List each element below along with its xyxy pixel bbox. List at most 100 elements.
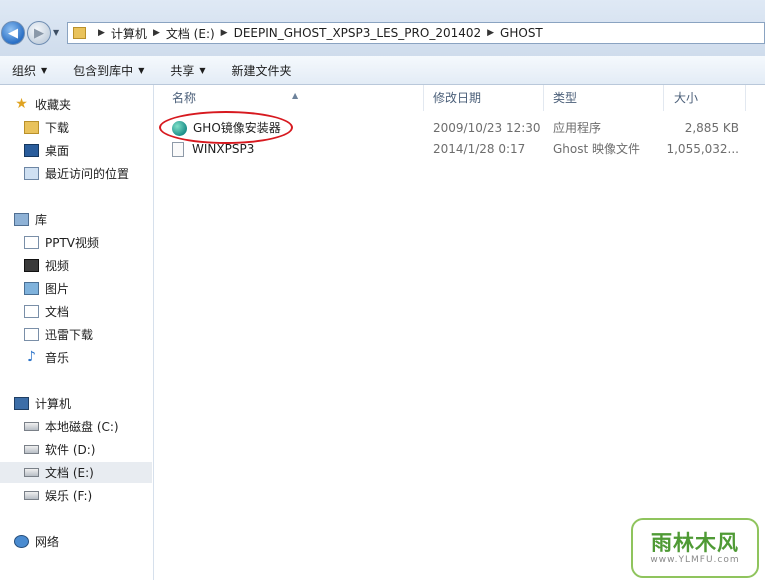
chevron-right-icon[interactable]: ▶ bbox=[98, 28, 105, 38]
column-header-row: ▲ 名称 修改日期 类型 大小 bbox=[154, 85, 765, 111]
breadcrumb-computer[interactable]: 计算机 bbox=[111, 25, 147, 42]
nav-item-desktop[interactable]: 桌面 bbox=[24, 140, 69, 161]
library-folder-icon bbox=[24, 236, 39, 249]
document-icon bbox=[24, 305, 39, 318]
nav-item-label: 本地磁盘 (C:) bbox=[45, 420, 119, 434]
column-header-name[interactable]: ▲ 名称 bbox=[154, 85, 424, 111]
file-type: Ghost 映像文件 bbox=[553, 142, 641, 156]
nav-item-label: 最近访问的位置 bbox=[45, 167, 130, 181]
column-header-label: 大小 bbox=[674, 91, 699, 105]
nav-libraries[interactable]: 库 bbox=[14, 209, 47, 230]
chevron-right-icon[interactable]: ▶ bbox=[487, 28, 494, 38]
computer-icon bbox=[14, 397, 29, 410]
nav-item-drive-c[interactable]: 本地磁盘 (C:) bbox=[24, 416, 119, 437]
include-in-library-menu[interactable]: 包含到库中 ▼ bbox=[73, 62, 144, 79]
nav-item-label: 文档 bbox=[45, 305, 70, 319]
file-type: 应用程序 bbox=[553, 121, 602, 135]
recent-places-icon bbox=[24, 167, 39, 180]
network-icon bbox=[14, 535, 29, 548]
column-header-date[interactable]: 修改日期 bbox=[424, 85, 544, 111]
nav-item-label: 下载 bbox=[45, 121, 70, 135]
chevron-down-icon: ▼ bbox=[138, 65, 145, 75]
ghost-image-file-icon bbox=[172, 142, 184, 157]
nav-item-drive-e[interactable]: 文档 (E:) bbox=[0, 462, 152, 483]
arrow-right-icon: ▶ bbox=[34, 25, 44, 41]
share-label: 共享 bbox=[170, 63, 195, 78]
nav-item-label: 音乐 bbox=[45, 351, 70, 365]
new-folder-button[interactable]: 新建文件夹 bbox=[232, 62, 292, 79]
drive-icon bbox=[24, 491, 39, 500]
file-size: 2,885 KB bbox=[684, 121, 739, 135]
column-header-label: 名称 bbox=[172, 91, 197, 105]
column-header-label: 修改日期 bbox=[433, 91, 482, 105]
nav-item-pptv[interactable]: PPTV视频 bbox=[24, 232, 99, 253]
highlight-ring-annotation bbox=[159, 111, 293, 144]
breadcrumb-deepin-folder[interactable]: DEEPIN_GHOST_XPSP3_LES_PRO_201402 bbox=[234, 26, 482, 40]
nav-favorites-label: 收藏夹 bbox=[35, 98, 72, 112]
chevron-right-icon[interactable]: ▶ bbox=[153, 28, 160, 38]
download-folder-icon bbox=[24, 121, 39, 134]
system-drive-icon bbox=[24, 422, 39, 431]
nav-item-label: 文档 (E:) bbox=[45, 466, 94, 480]
chevron-down-icon: ▼ bbox=[41, 65, 48, 75]
nav-item-label: 迅雷下载 bbox=[45, 328, 94, 342]
watermark-text: 雨林木风 bbox=[651, 531, 739, 555]
chevron-down-icon: ▼ bbox=[199, 65, 206, 75]
command-bar: 组织 ▼ 包含到库中 ▼ 共享 ▼ 新建文件夹 bbox=[0, 56, 765, 85]
file-list: ▲ 名称 修改日期 类型 大小 GHO镜像安装器 2009/10/23 12:3… bbox=[154, 85, 765, 580]
drive-icon bbox=[24, 445, 39, 454]
library-folder-icon bbox=[24, 328, 39, 341]
nav-computer[interactable]: 计算机 bbox=[14, 393, 71, 414]
breadcrumb[interactable]: ▶ 计算机 ▶ 文档 (E:) ▶ DEEPIN_GHOST_XPSP3_LES… bbox=[67, 22, 765, 44]
share-menu[interactable]: 共享 ▼ bbox=[170, 62, 205, 79]
forward-button[interactable]: ▶ bbox=[27, 21, 51, 45]
watermark-logo: 雨林木风 www.YLMFU.com bbox=[631, 518, 759, 578]
library-icon bbox=[14, 213, 29, 226]
nav-item-drive-d[interactable]: 软件 (D:) bbox=[24, 439, 95, 460]
nav-item-label: 桌面 bbox=[45, 144, 70, 158]
nav-item-label: 图片 bbox=[45, 282, 70, 296]
star-icon: ★ bbox=[15, 96, 28, 112]
nav-item-label: 娱乐 (F:) bbox=[45, 489, 93, 503]
chevron-right-icon[interactable]: ▶ bbox=[221, 28, 228, 38]
desktop-icon bbox=[24, 144, 39, 157]
nav-network-label: 网络 bbox=[35, 535, 60, 549]
column-header-size[interactable]: 大小 bbox=[664, 85, 746, 111]
picture-icon bbox=[24, 282, 39, 295]
folder-icon bbox=[73, 27, 86, 39]
nav-item-pictures[interactable]: 图片 bbox=[24, 278, 69, 299]
nav-item-music[interactable]: ♪ 音乐 bbox=[24, 347, 69, 368]
nav-item-label: PPTV视频 bbox=[45, 236, 100, 250]
organize-menu[interactable]: 组织 ▼ bbox=[12, 62, 47, 79]
nav-libraries-label: 库 bbox=[35, 213, 48, 227]
watermark-url: www.YLMFU.com bbox=[650, 555, 740, 565]
breadcrumb-ghost[interactable]: GHOST bbox=[500, 26, 543, 40]
breadcrumb-drive-e[interactable]: 文档 (E:) bbox=[166, 25, 215, 42]
nav-item-downloads[interactable]: 下载 bbox=[24, 117, 69, 138]
nav-item-documents[interactable]: 文档 bbox=[24, 301, 69, 322]
nav-item-xunlei[interactable]: 迅雷下载 bbox=[24, 324, 93, 345]
nav-item-label: 视频 bbox=[45, 259, 70, 273]
organize-label: 组织 bbox=[12, 63, 37, 78]
column-header-type[interactable]: 类型 bbox=[544, 85, 664, 111]
music-note-icon: ♪ bbox=[27, 349, 36, 365]
nav-item-label: 软件 (D:) bbox=[45, 443, 96, 457]
nav-item-recent[interactable]: 最近访问的位置 bbox=[24, 163, 129, 184]
new-folder-label: 新建文件夹 bbox=[231, 63, 292, 78]
recent-pages-dropdown[interactable]: ▼ bbox=[53, 28, 59, 37]
back-button[interactable]: ◀ bbox=[1, 21, 25, 45]
video-icon bbox=[24, 259, 39, 272]
file-date: 2009/10/23 12:30 bbox=[433, 121, 541, 135]
nav-item-videos[interactable]: 视频 bbox=[24, 255, 69, 276]
nav-favorites[interactable]: ★ 收藏夹 bbox=[14, 94, 71, 115]
drive-icon bbox=[24, 468, 39, 477]
include-in-library-label: 包含到库中 bbox=[73, 63, 134, 78]
file-size: 1,055,032... bbox=[666, 142, 739, 156]
nav-item-drive-f[interactable]: 娱乐 (F:) bbox=[24, 485, 92, 506]
nav-network[interactable]: 网络 bbox=[14, 531, 59, 552]
column-header-label: 类型 bbox=[553, 91, 578, 105]
arrow-left-icon: ◀ bbox=[8, 25, 18, 41]
navigation-pane: ★ 收藏夹 下载 桌面 最近访问的位置 库 PPTV视频 视频 图片 文档 迅雷… bbox=[0, 85, 154, 580]
file-date: 2014/1/28 0:17 bbox=[433, 142, 526, 156]
nav-computer-label: 计算机 bbox=[35, 397, 72, 411]
